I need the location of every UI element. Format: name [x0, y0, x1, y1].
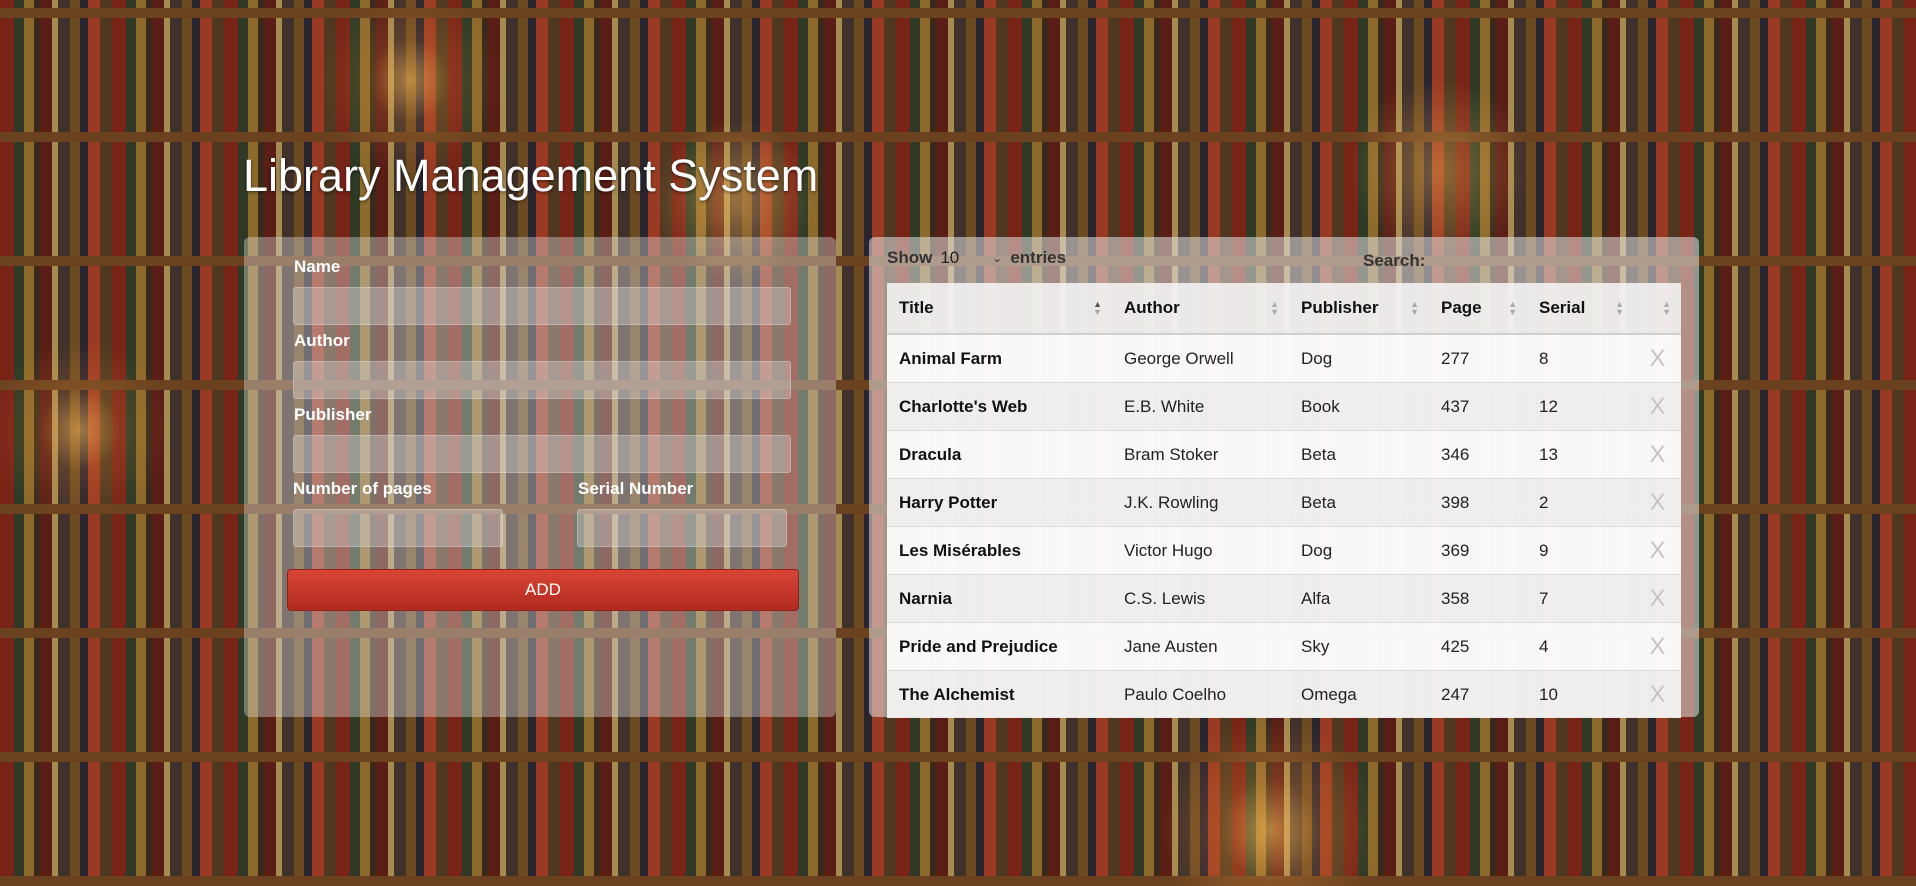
cell-page: 277: [1429, 333, 1527, 383]
column-header-label: Author: [1124, 298, 1180, 317]
column-header-page[interactable]: Page ▲ ▼: [1429, 283, 1527, 335]
cell-serial: 4: [1527, 622, 1634, 671]
entries-select[interactable]: 10 ⌄: [940, 245, 1002, 271]
sort-icon: ▲ ▼: [1270, 299, 1279, 317]
cell-publisher: Omega: [1289, 670, 1429, 718]
column-header-actions[interactable]: ▲ ▼: [1634, 283, 1681, 335]
delete-row-button[interactable]: X: [1634, 622, 1681, 671]
column-header-serial[interactable]: Serial ▲ ▼: [1527, 283, 1634, 335]
chevron-down-icon: ⌄: [992, 251, 1003, 265]
add-book-form: Name Author Publisher Number of pages Se…: [244, 237, 836, 717]
show-label: Show: [887, 248, 933, 267]
cell-serial: 10: [1527, 670, 1634, 718]
publisher-label: Publisher: [294, 405, 372, 424]
name-input[interactable]: [293, 287, 791, 325]
cell-publisher: Beta: [1289, 430, 1429, 479]
cell-title: The Alchemist: [887, 670, 1112, 718]
cell-publisher: Book: [1289, 382, 1429, 431]
cell-author: Jane Austen: [1112, 622, 1289, 671]
cell-serial: 2: [1527, 478, 1634, 527]
search-label: Search:: [1363, 251, 1426, 270]
table-row: Dracula Bram Stoker Beta 346 13 X: [887, 430, 1681, 479]
cell-page: 437: [1429, 382, 1527, 431]
table-row: Animal Farm George Orwell Dog 277 8 X: [887, 333, 1681, 383]
table-row: Narnia C.S. Lewis Alfa 358 7 X: [887, 574, 1681, 623]
cell-serial: 12: [1527, 382, 1634, 431]
cell-publisher: Beta: [1289, 478, 1429, 527]
cell-title: Narnia: [887, 574, 1112, 623]
column-header-publisher[interactable]: Publisher ▲ ▼: [1289, 283, 1429, 335]
delete-row-button[interactable]: X: [1634, 574, 1681, 623]
cell-publisher: Dog: [1289, 526, 1429, 575]
column-header-label: Serial: [1539, 298, 1586, 317]
page-title: Library Management System: [243, 150, 819, 201]
cell-page: 346: [1429, 430, 1527, 479]
entries-length-control: Show 10 ⌄ entries: [887, 245, 1066, 271]
table-row: Les Misérables Victor Hugo Dog 369 9 X: [887, 526, 1681, 575]
delete-row-button[interactable]: X: [1634, 430, 1681, 479]
sort-icon: ▲ ▼: [1662, 299, 1671, 317]
cell-author: E.B. White: [1112, 382, 1289, 431]
table-row: Harry Potter J.K. Rowling Beta 398 2 X: [887, 478, 1681, 527]
serial-input[interactable]: [577, 509, 787, 547]
cell-page: 425: [1429, 622, 1527, 671]
table-row: The Alchemist Paulo Coelho Omega 247 10 …: [887, 670, 1681, 718]
search-control: Search:: [1363, 247, 1626, 275]
cell-page: 358: [1429, 574, 1527, 623]
column-header-label: Title: [899, 298, 934, 317]
cell-author: George Orwell: [1112, 333, 1289, 383]
name-label: Name: [294, 257, 341, 276]
cell-publisher: Dog: [1289, 333, 1429, 383]
cell-title: Charlotte's Web: [887, 382, 1112, 431]
cell-title: Animal Farm: [887, 333, 1112, 383]
serial-label: Serial Number: [578, 479, 694, 498]
cell-author: Victor Hugo: [1112, 526, 1289, 575]
entries-label: entries: [1010, 248, 1067, 267]
books-table: Title ▲ ▼ Author ▲ ▼ Publisher ▲ ▼ Page ▲ ▼ Seri…: [887, 283, 1681, 718]
cell-serial: 7: [1527, 574, 1634, 623]
column-header-title[interactable]: Title ▲ ▼: [887, 283, 1112, 335]
publisher-input[interactable]: [293, 435, 791, 473]
cell-title: Les Misérables: [887, 526, 1112, 575]
cell-serial: 8: [1527, 333, 1634, 383]
cell-author: J.K. Rowling: [1112, 478, 1289, 527]
entries-select-value: 10: [940, 248, 960, 267]
author-label: Author: [294, 331, 350, 350]
books-table-panel: Show 10 ⌄ entries Search: Title ▲ ▼ Author…: [869, 237, 1699, 718]
cell-title: Pride and Prejudice: [887, 622, 1112, 671]
cell-author: C.S. Lewis: [1112, 574, 1289, 623]
cell-page: 247: [1429, 670, 1527, 718]
cell-publisher: Alfa: [1289, 574, 1429, 623]
delete-row-button[interactable]: X: [1634, 526, 1681, 575]
author-input[interactable]: [293, 361, 791, 399]
column-header-author[interactable]: Author ▲ ▼: [1112, 283, 1289, 335]
delete-row-button[interactable]: X: [1634, 333, 1681, 383]
delete-row-button[interactable]: X: [1634, 478, 1681, 527]
cell-serial: 13: [1527, 430, 1634, 479]
sort-asc-icon: ▲ ▼: [1093, 299, 1102, 317]
search-input[interactable]: [1431, 247, 1626, 275]
table-row: Pride and Prejudice Jane Austen Sky 425 …: [887, 622, 1681, 671]
cell-page: 369: [1429, 526, 1527, 575]
delete-row-button[interactable]: X: [1634, 670, 1681, 718]
cell-author: Bram Stoker: [1112, 430, 1289, 479]
pages-label: Number of pages: [293, 479, 432, 498]
sort-icon: ▲ ▼: [1508, 299, 1517, 317]
pages-input[interactable]: [293, 509, 503, 547]
sort-icon: ▲ ▼: [1410, 299, 1419, 317]
column-header-label: Publisher: [1301, 298, 1379, 317]
table-header-row: Title ▲ ▼ Author ▲ ▼ Publisher ▲ ▼ Page ▲ ▼ Seri…: [887, 283, 1681, 335]
cell-title: Dracula: [887, 430, 1112, 479]
add-button[interactable]: ADD: [287, 569, 799, 611]
cell-serial: 9: [1527, 526, 1634, 575]
delete-row-button[interactable]: X: [1634, 382, 1681, 431]
sort-icon: ▲ ▼: [1615, 299, 1624, 317]
cell-page: 398: [1429, 478, 1527, 527]
cell-title: Harry Potter: [887, 478, 1112, 527]
cell-author: Paulo Coelho: [1112, 670, 1289, 718]
table-row: Charlotte's Web E.B. White Book 437 12 X: [887, 382, 1681, 431]
page-background: Library Management System Name Author Pu…: [0, 0, 1916, 886]
cell-publisher: Sky: [1289, 622, 1429, 671]
column-header-label: Page: [1441, 298, 1482, 317]
